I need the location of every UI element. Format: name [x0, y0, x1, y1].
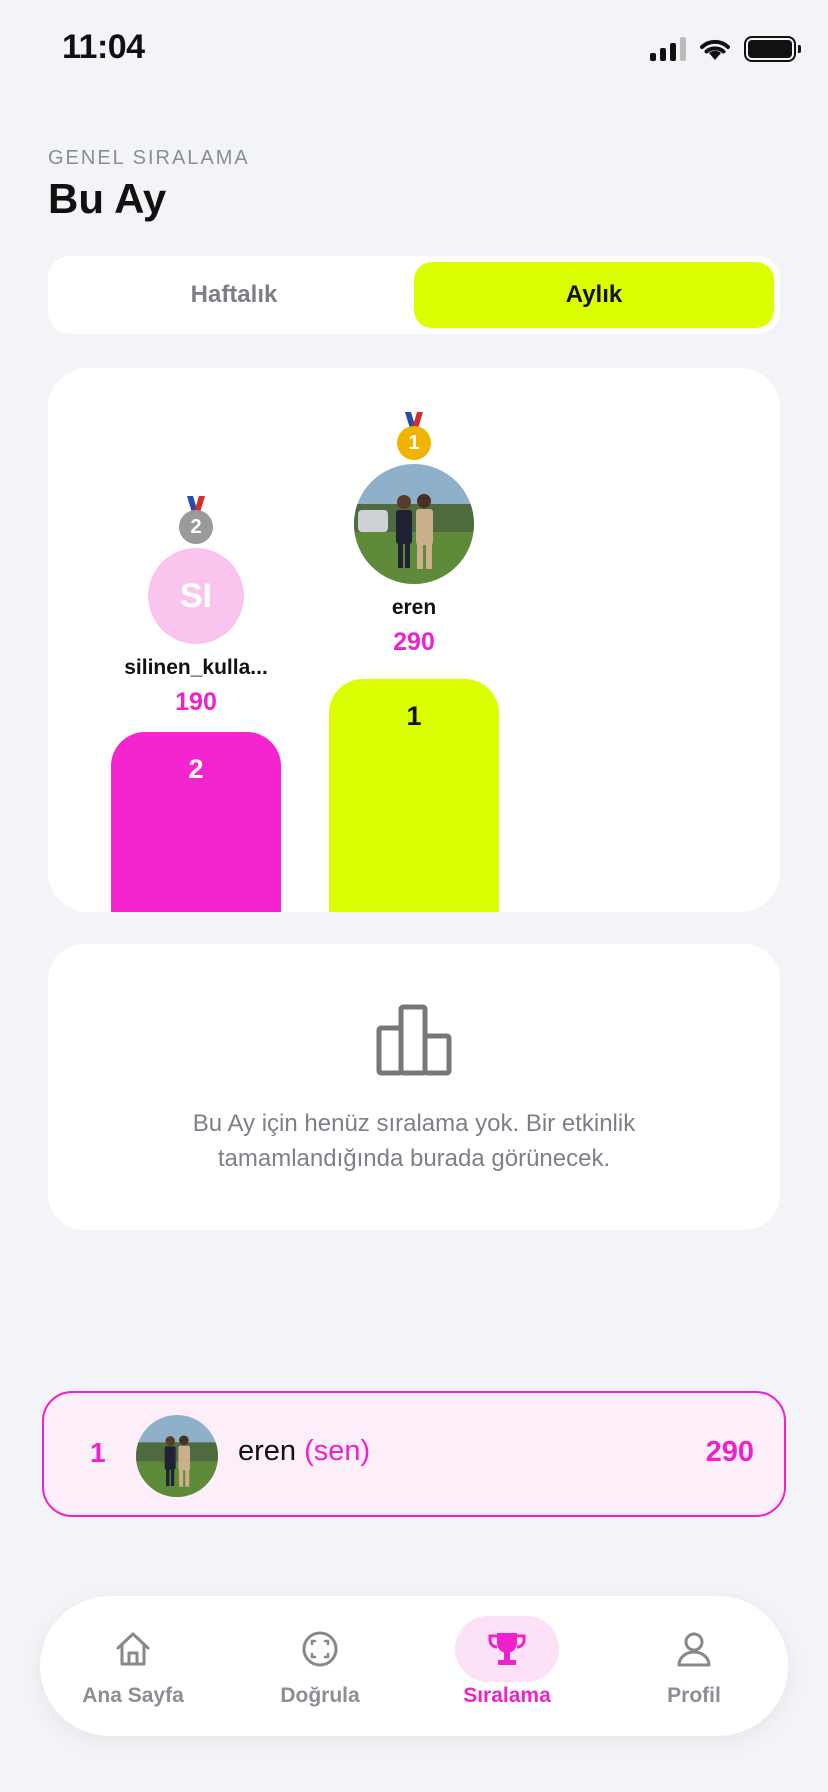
podium-block-first: 1 [329, 679, 499, 912]
nav-label: Profil [667, 1684, 721, 1707]
silver-medal-icon: 2 [177, 496, 215, 548]
avatar-photo [136, 1415, 218, 1497]
nav-leaderboard[interactable]: Sıralama [417, 1596, 597, 1736]
my-username: eren [238, 1435, 297, 1467]
my-score: 290 [705, 1436, 754, 1468]
podium-score: 290 [393, 628, 435, 656]
trophy-icon [488, 1633, 526, 1665]
wifi-icon [700, 39, 730, 60]
avatar [354, 464, 474, 584]
avatar: SI [148, 548, 244, 644]
status-time: 11:04 [62, 28, 145, 66]
nav-label: Ana Sayfa [82, 1684, 184, 1707]
podium-first-place[interactable]: 1 eren 290 [329, 412, 499, 657]
page-title: Bu Ay [48, 175, 167, 222]
page-subtitle: GENEL SIRALAMA [48, 147, 250, 169]
avatar-photo [354, 464, 474, 584]
podium-score: 190 [175, 688, 217, 716]
gold-medal-icon: 1 [395, 412, 433, 464]
battery-icon [744, 36, 801, 62]
nav-label: Sıralama [463, 1684, 551, 1707]
cellular-signal-icon [650, 37, 686, 61]
you-label: (sen) [304, 1435, 371, 1467]
scan-face-icon [302, 1631, 338, 1667]
nav-home[interactable]: Ana Sayfa [43, 1596, 223, 1736]
empty-state-card: Bu Ay için henüz sıralama yok. Bir etkin… [48, 944, 780, 1230]
podium-card: 2 SI silinen_kulla... 190 2 1 eren 290 1 [48, 368, 780, 912]
podium-block-second: 2 [111, 732, 281, 912]
nav-profile[interactable]: Profil [604, 1596, 784, 1736]
user-icon [677, 1632, 711, 1667]
bottom-navigation: Ana Sayfa Doğrula Sıralama Profil [40, 1596, 788, 1736]
nav-label: Doğrula [280, 1684, 360, 1707]
status-icons [650, 36, 801, 62]
tab-monthly[interactable]: Aylık [414, 262, 774, 328]
my-name: eren (sen) [238, 1435, 370, 1468]
empty-state-text: Bu Ay için henüz sıralama yok. Bir etkin… [192, 1110, 636, 1172]
avatar-initials: SI [179, 576, 213, 615]
avatar [136, 1415, 218, 1497]
nav-verify[interactable]: Doğrula [230, 1596, 410, 1736]
my-ranking-row[interactable]: 1 eren (sen) 290 [42, 1391, 786, 1517]
podium-name: silinen_kulla... [124, 656, 268, 679]
podium-second-place[interactable]: 2 SI silinen_kulla... 190 [111, 496, 281, 717]
status-bar: 11:04 [0, 0, 828, 100]
bar-chart-icon [376, 1004, 452, 1076]
period-segmented-control: Haftalık Aylık [48, 256, 780, 334]
tab-weekly[interactable]: Haftalık [54, 262, 414, 328]
home-icon [116, 1632, 150, 1666]
podium-name: eren [391, 596, 437, 619]
my-rank: 1 [90, 1437, 106, 1468]
